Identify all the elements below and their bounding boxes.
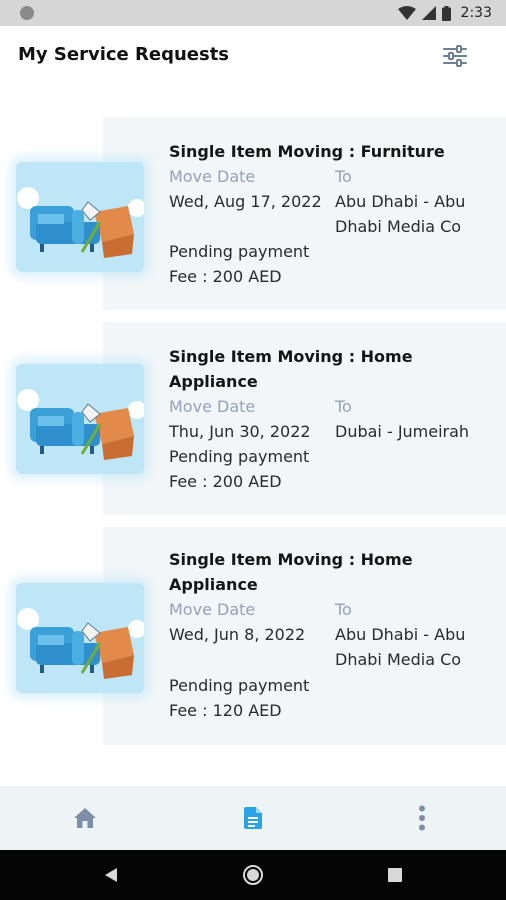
payment-status: Pending payment	[169, 447, 310, 466]
request-card[interactable]: Single Item Moving : Furniture Move Date…	[0, 117, 506, 310]
page-title: My Service Requests	[18, 44, 230, 65]
to-label: To	[335, 167, 352, 186]
move-date-value: Wed, Jun 8, 2022	[169, 625, 306, 644]
recents-square-icon	[388, 868, 402, 882]
request-title-line1: Single Item Moving : Home	[169, 347, 413, 366]
card-body: Single Item Moving : Furniture Move Date…	[169, 117, 498, 310]
destination-line2: Dhabi Media Co	[335, 650, 462, 669]
fee-value: Fee : 200 AED	[169, 267, 282, 286]
nav-requests-button[interactable]	[229, 794, 277, 842]
home-circle-icon	[243, 865, 263, 885]
wifi-icon	[397, 6, 416, 20]
destination-line1: Dubai - Jumeirah	[335, 422, 470, 441]
furniture-moving-image	[16, 583, 144, 693]
back-triangle-icon	[105, 868, 117, 882]
document-icon	[244, 807, 262, 829]
signal-icon	[421, 6, 436, 20]
move-date-value: Thu, Jun 30, 2022	[169, 422, 311, 441]
fee-value: Fee : 120 AED	[169, 701, 282, 720]
card-body: Single Item Moving : Home Appliance Move…	[169, 527, 498, 745]
system-back-button[interactable]	[98, 862, 124, 888]
system-home-button[interactable]	[240, 862, 266, 888]
battery-icon	[441, 5, 451, 21]
status-bar: 2:33	[0, 0, 506, 26]
request-title: Single Item Moving : Furniture	[169, 142, 445, 161]
furniture-moving-image	[16, 364, 144, 474]
destination-line2: Dhabi Media Co	[335, 217, 462, 236]
destination-line1: Abu Dhabi - Abu	[335, 625, 466, 644]
move-date-label: Move Date	[169, 397, 256, 416]
move-date-label: Move Date	[169, 600, 256, 619]
payment-status: Pending payment	[169, 242, 310, 261]
notification-dot-icon	[20, 6, 34, 20]
status-icons: 2:33	[397, 3, 492, 23]
to-label: To	[335, 600, 352, 619]
move-date-value: Wed, Aug 17, 2022	[169, 192, 322, 211]
nav-more-button[interactable]	[398, 794, 446, 842]
request-card[interactable]: Single Item Moving : Home Appliance Move…	[0, 527, 506, 745]
sofa-illustration-icon	[17, 608, 144, 679]
request-list: Single Item Moving : Furniture Move Date…	[0, 86, 506, 786]
bottom-nav	[0, 786, 506, 850]
sofa-illustration-icon	[17, 187, 144, 258]
app-header: My Service Requests	[0, 26, 506, 86]
furniture-moving-image	[16, 162, 144, 272]
nav-home-button[interactable]	[61, 794, 109, 842]
request-title-line2: Appliance	[169, 372, 258, 391]
to-label: To	[335, 397, 352, 416]
request-card[interactable]: Single Item Moving : Home Appliance Move…	[0, 322, 506, 515]
fee-value: Fee : 200 AED	[169, 472, 282, 491]
card-body: Single Item Moving : Home Appliance Move…	[169, 322, 498, 515]
move-date-label: Move Date	[169, 167, 256, 186]
payment-status: Pending payment	[169, 676, 310, 695]
status-time: 2:33	[460, 5, 492, 21]
destination-line1: Abu Dhabi - Abu	[335, 192, 466, 211]
system-nav-bar	[0, 850, 506, 900]
filter-button[interactable]	[440, 42, 470, 70]
request-title-line2: Appliance	[169, 575, 258, 594]
sofa-illustration-icon	[17, 389, 144, 460]
home-icon	[74, 808, 96, 828]
request-title-line1: Single Item Moving : Home	[169, 550, 413, 569]
more-vertical-icon	[419, 805, 425, 831]
filter-sliders-icon	[443, 45, 467, 67]
system-recents-button[interactable]	[382, 862, 408, 888]
